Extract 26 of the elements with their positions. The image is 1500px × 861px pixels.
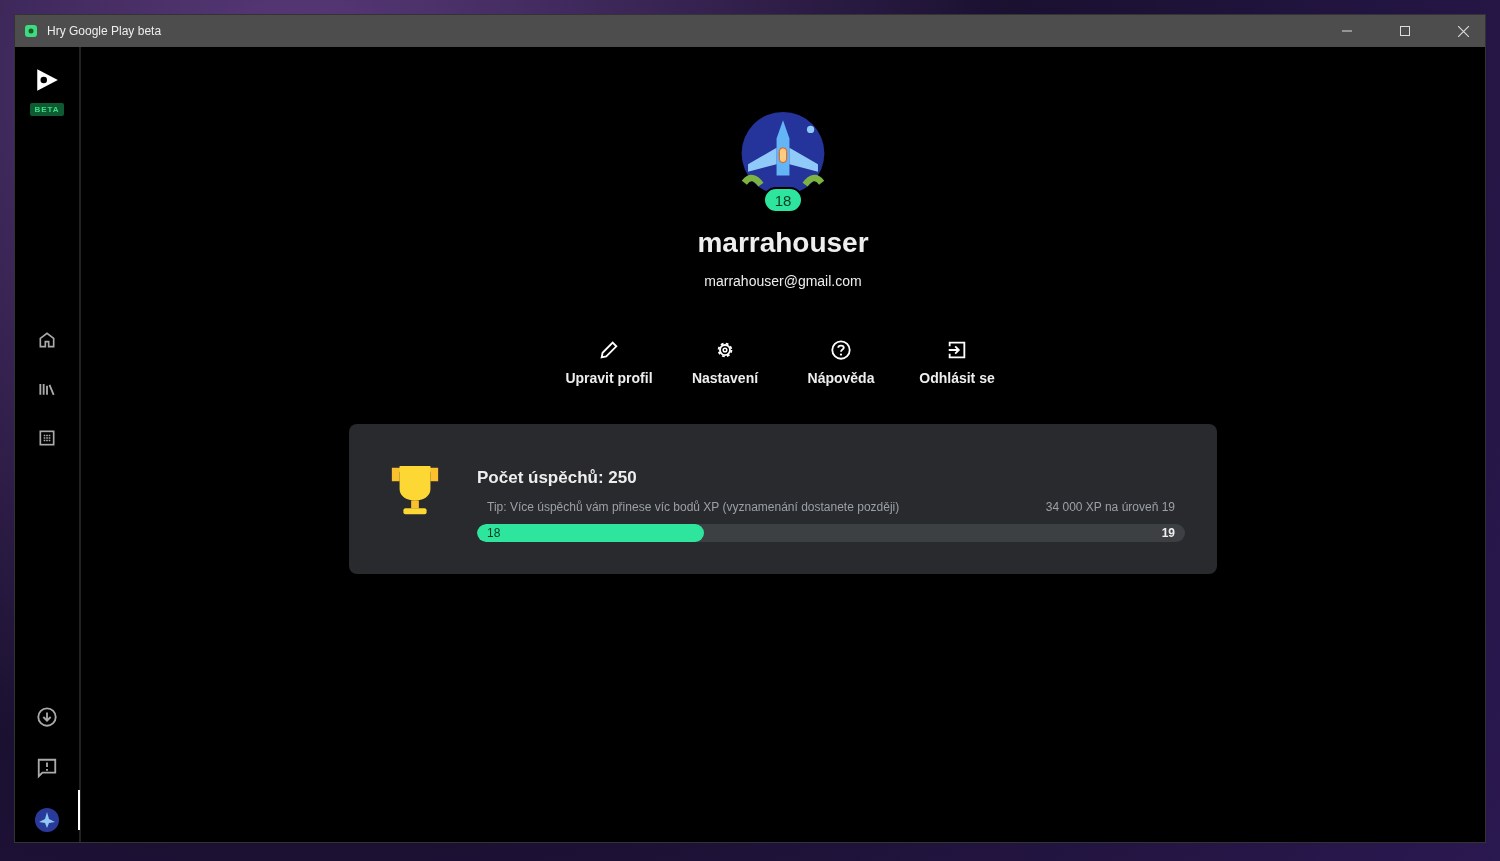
download-icon[interactable] — [36, 706, 58, 728]
user-name: marrahouser — [697, 227, 869, 259]
level-badge: 18 — [763, 187, 803, 213]
window-title: Hry Google Play beta — [47, 24, 162, 38]
help-icon — [830, 339, 852, 361]
achievements-count: Počet úspěchů: 250 — [477, 468, 638, 488]
grid-icon[interactable] — [37, 428, 57, 448]
profile-action-button[interactable]: Odhlásit se — [914, 339, 1000, 386]
sign-out-icon — [946, 339, 968, 361]
avatar-icon[interactable] — [35, 808, 59, 832]
maximize-icon[interactable] — [1400, 26, 1410, 36]
xp-to-next-level: 34 000 XP na úroveň 19 — [1045, 500, 1175, 514]
app-icon — [25, 25, 37, 37]
current-level: 18 — [487, 526, 501, 540]
close-icon[interactable] — [1458, 25, 1469, 37]
home-icon[interactable] — [37, 330, 57, 350]
user-email: marrahouser@gmail.com — [704, 273, 862, 289]
play-games-logo-icon[interactable] — [34, 67, 60, 93]
profile-action-button[interactable]: Nápověda — [798, 339, 884, 386]
feedback-icon[interactable] — [36, 757, 58, 779]
tip-text: Tip: Více úspěchů vám přinese víc bodů XP (vyznamenání dostanete později) — [487, 500, 900, 514]
next-level: 19 — [1161, 526, 1175, 540]
beta-badge: BETA — [30, 103, 64, 116]
pencil-icon — [598, 339, 620, 361]
profile-action-button[interactable]: Nastavení — [682, 339, 768, 386]
profile-action-button[interactable]: Upravit profil — [566, 339, 652, 386]
